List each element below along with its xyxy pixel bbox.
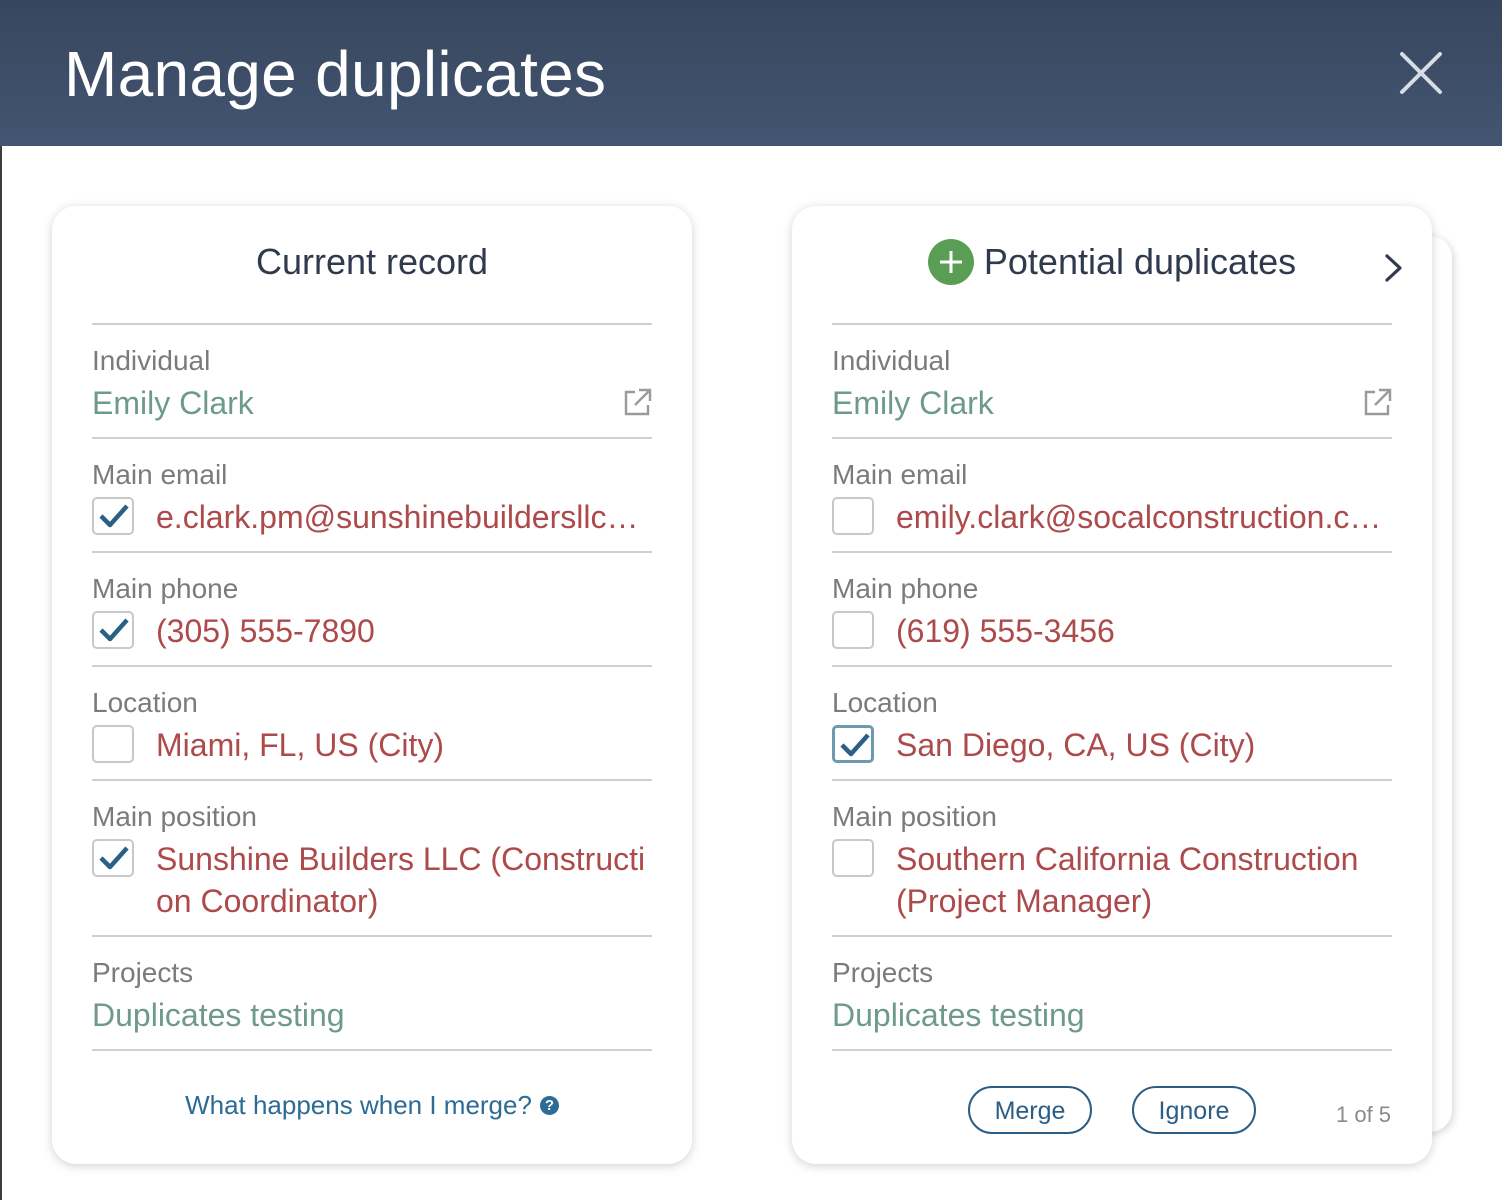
- projects-link[interactable]: Duplicates testing: [832, 995, 1085, 1035]
- main-email-value: emily.clark@socalconstruction.com: [896, 499, 1386, 535]
- checkmark-icon: [99, 846, 129, 870]
- location-value: Miami, FL, US (City): [156, 727, 444, 763]
- main-email-checkbox[interactable]: [832, 497, 874, 535]
- main-phone-label: Main phone: [832, 573, 979, 604]
- divider: [92, 323, 652, 325]
- external-link-icon[interactable]: [622, 388, 652, 418]
- merge-button[interactable]: Merge: [968, 1086, 1092, 1134]
- checkmark-icon: [99, 504, 129, 528]
- divider: [92, 551, 652, 553]
- next-duplicate-button[interactable]: [1382, 250, 1406, 286]
- divider: [832, 665, 1392, 667]
- divider: [832, 323, 1392, 325]
- dialog-title: Manage duplicates: [64, 38, 607, 110]
- divider: [832, 779, 1392, 781]
- current-record-card: Current record Individual Emily Clark Ma…: [52, 206, 692, 1164]
- location-checkbox[interactable]: [832, 725, 874, 763]
- current-record-header: Current record: [52, 236, 692, 288]
- help-icon: ?: [539, 1095, 559, 1115]
- location-label: Location: [92, 687, 198, 718]
- checkmark-icon: [840, 733, 870, 757]
- projects-label: Projects: [832, 957, 934, 988]
- main-position-value: Southern California Construction (Projec…: [896, 841, 1359, 919]
- main-phone-checkbox[interactable]: [92, 611, 134, 649]
- main-phone-value: (305) 555-7890: [156, 613, 375, 649]
- window-edge: [0, 146, 2, 1200]
- main-position-value: Sunshine Builders LLC (Construction Coor…: [156, 841, 646, 919]
- chevron-right-icon: [1385, 254, 1402, 282]
- add-plus-icon[interactable]: [927, 239, 974, 285]
- main-phone-label: Main phone: [92, 573, 239, 604]
- potential-duplicates-title: Potential duplicates: [983, 241, 1297, 282]
- divider: [92, 935, 652, 937]
- divider: [92, 1049, 652, 1051]
- divider: [832, 551, 1392, 553]
- potential-duplicates-header: Potential duplicates: [792, 236, 1432, 288]
- dialog-header: Manage duplicates: [0, 0, 1502, 146]
- merge-help-text: What happens when I merge?: [185, 1090, 532, 1120]
- main-phone-checkbox[interactable]: [832, 611, 874, 649]
- divider: [832, 437, 1392, 439]
- main-phone-value: (619) 555-3456: [896, 613, 1115, 649]
- main-position-checkbox[interactable]: [92, 839, 134, 877]
- main-email-label: Main email: [832, 459, 968, 490]
- potential-duplicates-card: Potential duplicates Individual Emily Cl…: [792, 206, 1432, 1164]
- main-email-label: Main email: [92, 459, 228, 490]
- main-email-value: e.clark.pm@sunshinebuildersllc.com: [156, 499, 646, 535]
- external-link-icon[interactable]: [1362, 388, 1392, 418]
- main-position-checkbox[interactable]: [832, 839, 874, 877]
- main-position-label: Main position: [832, 801, 997, 832]
- projects-label: Projects: [92, 957, 194, 988]
- current-record-title: Current record: [255, 241, 489, 282]
- divider: [832, 935, 1392, 937]
- location-checkbox[interactable]: [92, 725, 134, 763]
- close-icon: [1400, 52, 1442, 94]
- close-button[interactable]: [1396, 50, 1446, 96]
- divider: [92, 665, 652, 667]
- individual-label: Individual: [832, 345, 951, 376]
- merge-help-link[interactable]: What happens when I merge??: [52, 1090, 692, 1121]
- ignore-button[interactable]: Ignore: [1132, 1086, 1256, 1134]
- divider: [92, 779, 652, 781]
- individual-name-link[interactable]: Emily Clark: [832, 383, 994, 423]
- duplicate-pager: 1 of 5: [1336, 1102, 1392, 1127]
- individual-name-link[interactable]: Emily Clark: [92, 383, 254, 423]
- location-label: Location: [832, 687, 938, 718]
- main-position-label: Main position: [92, 801, 257, 832]
- checkmark-icon: [99, 618, 129, 642]
- individual-label: Individual: [92, 345, 211, 376]
- divider: [92, 437, 652, 439]
- main-email-checkbox[interactable]: [92, 497, 134, 535]
- divider: [832, 1049, 1392, 1051]
- projects-link[interactable]: Duplicates testing: [92, 995, 345, 1035]
- location-value: San Diego, CA, US (City): [896, 727, 1256, 763]
